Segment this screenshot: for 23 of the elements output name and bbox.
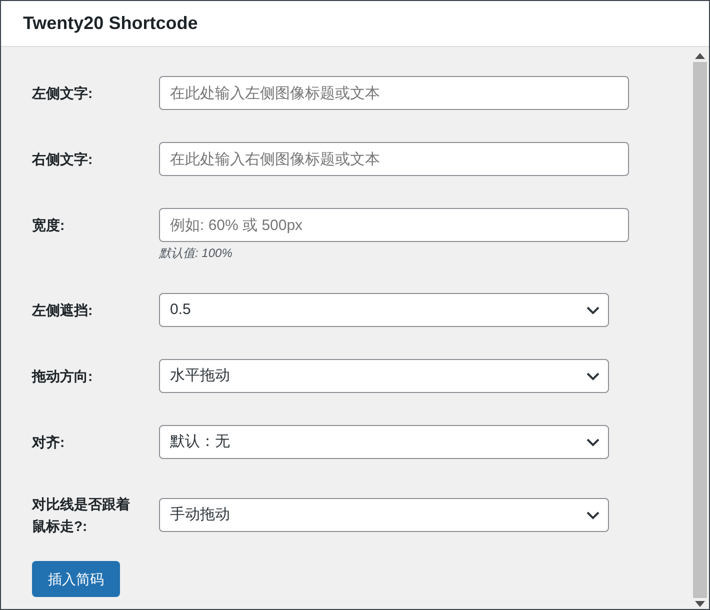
insert-shortcode-button[interactable]: 插入简码 (32, 561, 120, 597)
chevron-down-icon (586, 372, 600, 380)
field-label: 左侧遮挡: (32, 301, 94, 320)
chevron-down-icon (586, 438, 600, 446)
text-field[interactable]: 在此处输入左侧图像标题或文本 (159, 76, 629, 110)
text-field[interactable]: 在此处输入右侧图像标题或文本 (159, 142, 629, 176)
window-title: Twenty20 Shortcode (23, 12, 198, 35)
scroll-down-icon (695, 601, 705, 607)
select-dropdown[interactable]: 0.5 (159, 293, 609, 327)
field-label: 左侧文字: (32, 84, 94, 103)
scroll-up-icon (695, 53, 705, 59)
field-label: 宽度: (32, 216, 66, 235)
text-field[interactable]: 例如: 60% 或 500px (159, 208, 629, 242)
select-dropdown[interactable]: 水平拖动 (159, 359, 609, 393)
field-label: 拖动方向: (32, 367, 94, 386)
hint-text: 默认值: 100% (159, 245, 232, 261)
chevron-down-icon (586, 510, 600, 520)
field-label: 右侧文字: (32, 150, 94, 169)
select-dropdown[interactable]: 手动拖动 (159, 498, 609, 532)
select-dropdown[interactable]: 默认：无 (159, 425, 609, 459)
field-label: 对齐: (32, 433, 66, 452)
field-label: 对比线是否跟着鼠标走?: (32, 495, 131, 536)
chevron-down-icon (586, 306, 600, 314)
